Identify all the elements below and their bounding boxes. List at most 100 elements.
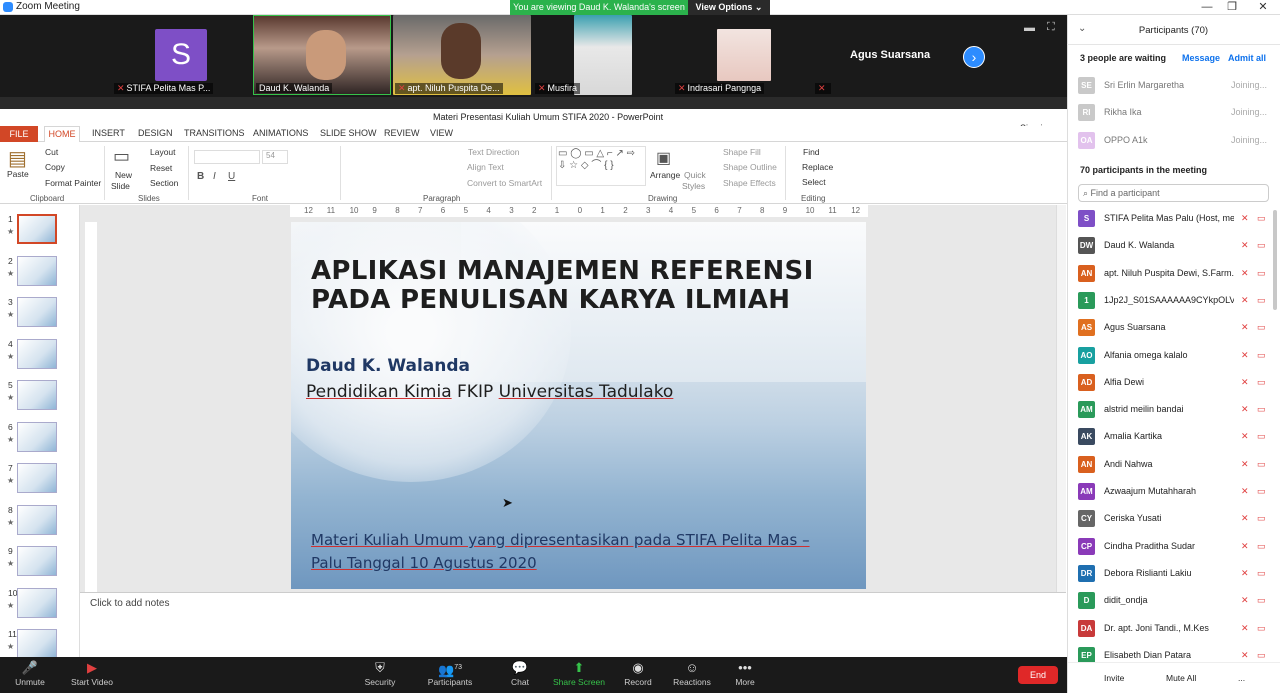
- mute-all-button[interactable]: Mute All: [1166, 673, 1196, 683]
- slide-thumbnail[interactable]: [17, 421, 57, 452]
- participant-row[interactable]: DW Daud K. Walanda ✕ ▭: [1068, 232, 1280, 259]
- video-tile[interactable]: ✕ Indrasari Pangnga: [673, 15, 811, 95]
- waiting-participant-row[interactable]: RI Rikha Ika Joining...: [1068, 99, 1280, 126]
- replace-button[interactable]: Replace: [802, 162, 833, 172]
- waiting-participant-row[interactable]: OA OPPO A1k Joining...: [1068, 127, 1280, 154]
- waiting-participant-row[interactable]: SE Sri Erlin Margaretha Joining...: [1068, 72, 1280, 99]
- restore-button[interactable]: ❐: [1222, 0, 1242, 15]
- video-tile-active-speaker[interactable]: Daud K. Walanda: [253, 15, 391, 95]
- slide-thumbnail[interactable]: [17, 297, 57, 327]
- video-tile[interactable]: Agus Suarsana ✕: [813, 15, 951, 95]
- quick-styles-button[interactable]: Quick: [684, 170, 706, 180]
- fullscreen-icon[interactable]: ⛶: [1047, 21, 1055, 34]
- participants-button[interactable]: 👥73 Participants: [420, 659, 480, 687]
- participant-row[interactable]: AO Alfania omega kalalo ✕ ▭: [1068, 342, 1280, 369]
- participant-row[interactable]: CY Ceriska Yusati ✕ ▭: [1068, 505, 1280, 532]
- video-tile[interactable]: ✕ Musfira: [533, 15, 671, 95]
- smartart-button[interactable]: Convert to SmartArt: [467, 178, 542, 188]
- find-button[interactable]: Find: [803, 147, 820, 157]
- minimize-button[interactable]: —: [1197, 0, 1217, 15]
- share-screen-button[interactable]: ⬆ Share Screen: [549, 659, 609, 687]
- tab-insert[interactable]: INSERT: [92, 128, 125, 138]
- font-name-select[interactable]: [194, 150, 260, 164]
- tab-design[interactable]: DESIGN: [138, 128, 173, 138]
- shape-fill-button[interactable]: Shape Fill: [723, 147, 761, 157]
- shapes-gallery[interactable]: ▭ ◯ ▭ △ ⌐ ↗ ⇨ ⇩ ☆ ◇ ⌒ { }: [556, 146, 646, 186]
- security-button[interactable]: ⛨ Security: [350, 659, 410, 687]
- divider: [340, 146, 341, 200]
- participant-row[interactable]: 1 1Jp2J_S01SAAAAAA9CYkpOLVEX... ✕ ▭: [1068, 287, 1280, 314]
- select-button[interactable]: Select: [802, 177, 826, 187]
- section-button[interactable]: Section: [150, 178, 178, 188]
- participant-row[interactable]: DR Debora Rislianti Lakiu ✕ ▭: [1068, 560, 1280, 587]
- slide-thumbnail[interactable]: [17, 629, 57, 659]
- underline-icon[interactable]: U: [228, 171, 235, 182]
- new-slide-button[interactable]: New: [115, 170, 132, 180]
- participant-row[interactable]: AN apt. Niluh Puspita Dewi, S.Farm.,... ✕ ▭: [1068, 260, 1280, 287]
- tab-transitions[interactable]: TRANSITIONS: [184, 128, 245, 138]
- slide-thumbnail[interactable]: [17, 338, 57, 369]
- shape-outline-button[interactable]: Shape Outline: [723, 162, 777, 172]
- start-video-button[interactable]: ▶ Start Video: [62, 659, 122, 687]
- tab-slide-show[interactable]: SLIDE SHOW: [320, 128, 377, 138]
- participant-row[interactable]: AS Agus Suarsana ✕ ▭: [1068, 314, 1280, 341]
- participant-search-input[interactable]: ⌕ Find a participant: [1078, 184, 1269, 202]
- participant-row[interactable]: DA Dr. apt. Joni Tandi., M.Kes ✕ ▭: [1068, 615, 1280, 642]
- tab-view[interactable]: VIEW: [430, 128, 453, 138]
- participant-row[interactable]: CP Cindha Praditha Sudar ✕ ▭: [1068, 533, 1280, 560]
- layout-button[interactable]: Layout: [150, 147, 176, 157]
- italic-icon[interactable]: I: [213, 171, 216, 182]
- tab-home[interactable]: HOME: [44, 126, 80, 143]
- chat-button[interactable]: 💬 Chat: [490, 659, 550, 687]
- view-options-button[interactable]: View Options ⌄: [688, 0, 770, 15]
- admit-all-button[interactable]: Admit all: [1228, 53, 1266, 63]
- next-page-arrow-icon[interactable]: ›: [963, 46, 985, 68]
- record-button[interactable]: ◉ Record: [608, 659, 668, 687]
- shape-effects-button[interactable]: Shape Effects: [723, 178, 776, 188]
- tab-animations[interactable]: ANIMATIONS: [253, 128, 308, 138]
- reset-button[interactable]: Reset: [150, 163, 172, 173]
- video-tile[interactable]: ✕ apt. Niluh Puspita De...: [393, 15, 531, 95]
- invite-button[interactable]: Invite: [1104, 673, 1124, 683]
- copy-button[interactable]: Copy: [45, 162, 65, 172]
- slide[interactable]: APLIKASI MANAJEMEN REFERENSI PADA PENULI…: [291, 222, 866, 589]
- more-options-button[interactable]: ...: [1238, 673, 1245, 683]
- more-button[interactable]: ••• More: [715, 659, 775, 687]
- video-off-icon: ▭: [1257, 376, 1266, 387]
- participant-row[interactable]: AN Andi Nahwa ✕ ▭: [1068, 451, 1280, 478]
- paste-button[interactable]: Paste: [7, 169, 29, 179]
- slide-thumbnail[interactable]: [17, 380, 57, 410]
- layout-icon[interactable]: ▬: [1024, 22, 1035, 34]
- participant-row[interactable]: S STIFA Pelita Mas Palu (Host, me) ✕ ▭: [1068, 205, 1280, 232]
- participant-row[interactable]: Ddidit_ondja ✕ ▭: [1068, 587, 1280, 614]
- cut-button[interactable]: Cut: [45, 147, 58, 157]
- end-meeting-button[interactable]: End: [1018, 666, 1058, 684]
- format-painter-button[interactable]: Format Painter: [45, 178, 101, 188]
- slide-thumbnail[interactable]: [17, 546, 57, 576]
- align-text-button[interactable]: Align Text: [467, 162, 504, 172]
- text-direction-button[interactable]: Text Direction: [468, 147, 520, 157]
- arrange-button[interactable]: Arrange: [650, 170, 680, 180]
- slide-thumbnail[interactable]: [17, 504, 57, 535]
- slide-thumbnail[interactable]: [17, 587, 57, 618]
- participant-row[interactable]: AM Azwaajum Mutahharah ✕ ▭: [1068, 478, 1280, 505]
- unmute-button[interactable]: 🎤 Unmute: [0, 659, 60, 687]
- slide-thumbnail[interactable]: [17, 255, 57, 286]
- notes-pane[interactable]: Click to add notes: [80, 592, 1066, 657]
- close-button[interactable]: ✕: [1253, 0, 1273, 15]
- tab-file[interactable]: FILE: [0, 126, 38, 142]
- participant-row[interactable]: AM alstrid meilin bandai ✕ ▭: [1068, 396, 1280, 423]
- bold-icon[interactable]: B: [197, 171, 204, 182]
- message-waiting-button[interactable]: Message: [1182, 53, 1220, 63]
- video-tile[interactable]: S ✕ STIFA Pelita Mas P...: [112, 15, 252, 95]
- slide-thumbnail[interactable]: [17, 463, 57, 493]
- tab-review[interactable]: REVIEW: [384, 128, 420, 138]
- participant-row[interactable]: AK Amalia Kartika ✕ ▭: [1068, 423, 1280, 450]
- slide-scrollbar[interactable]: [1056, 205, 1066, 592]
- panel-scrollbar[interactable]: [1273, 210, 1277, 310]
- font-size-select[interactable]: 54: [262, 150, 288, 164]
- reactions-button[interactable]: ☺ Reactions: [662, 659, 722, 687]
- participant-row[interactable]: AD Alfia Dewi ✕ ▭: [1068, 369, 1280, 396]
- participant-name: Agus Suarsana: [1104, 322, 1166, 333]
- slide-thumbnail[interactable]: [17, 214, 57, 244]
